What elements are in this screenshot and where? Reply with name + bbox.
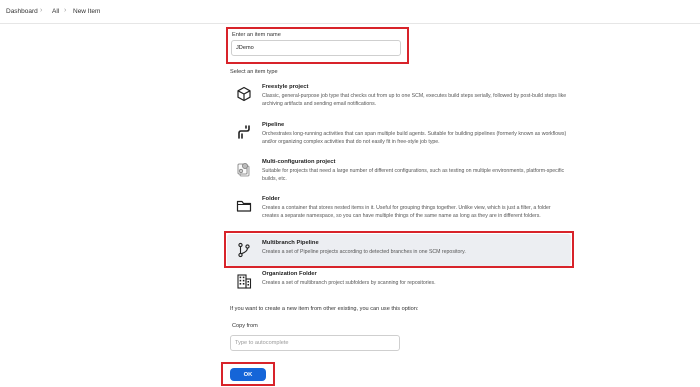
item-name-value: JDemo [236,45,254,51]
item-type-title: Organization Folder [262,271,317,277]
pipeline-icon [236,124,252,140]
multibranch-pipeline-highlight [224,231,574,268]
ok-button[interactable]: OK [230,368,266,381]
item-type-title: Multi-configuration project [262,159,336,165]
copy-from-input[interactable]: Type to autocomplete [230,335,400,351]
folder-icon [236,198,252,214]
copy-from-label: Copy from [232,323,258,329]
copy-from-placeholder: Type to autocomplete [235,340,289,346]
item-type-multi-configuration-project[interactable]: Multi-configuration project Suitable for… [230,159,570,189]
multi-configuration-icon [236,161,252,177]
item-type-title: Pipeline [262,122,285,128]
breadcrumb-all[interactable]: All [52,8,59,15]
breadcrumb: Dashboard › All › New Item [0,0,700,24]
item-type-title: Freestyle project [262,84,309,90]
copy-from-hint: If you want to create a new item from ot… [230,306,419,312]
item-type-organization-folder[interactable]: Organization Folder Creates a set of mul… [230,271,570,295]
item-name-input[interactable]: JDemo [231,40,401,56]
item-type-description: Orchestrates long-running activities tha… [262,131,567,145]
item-type-folder[interactable]: Folder Creates a container that stores n… [230,196,570,232]
breadcrumb-separator: › [40,7,43,14]
item-type-label: Select an item type [230,69,278,75]
item-type-description: Creates a set of multibranch project sub… [262,280,436,286]
freestyle-cube-icon [236,86,252,102]
breadcrumb-separator: › [64,7,67,14]
breadcrumb-dashboard[interactable]: Dashboard [6,8,38,15]
item-type-freestyle-project[interactable]: Freestyle project Classic, general-purpo… [230,84,570,114]
breadcrumb-new-item: New Item [73,8,101,15]
organization-building-icon [236,273,252,289]
item-name-label: Enter an item name [232,32,281,38]
item-type-pipeline[interactable]: Pipeline Orchestrates long-running activ… [230,122,570,152]
item-type-description: Suitable for projects that need a large … [262,168,565,182]
item-type-title: Folder [262,196,280,202]
item-type-description: Classic, general-purpose job type that c… [262,93,567,107]
item-type-description: Creates a container that stores nested i… [262,205,551,219]
